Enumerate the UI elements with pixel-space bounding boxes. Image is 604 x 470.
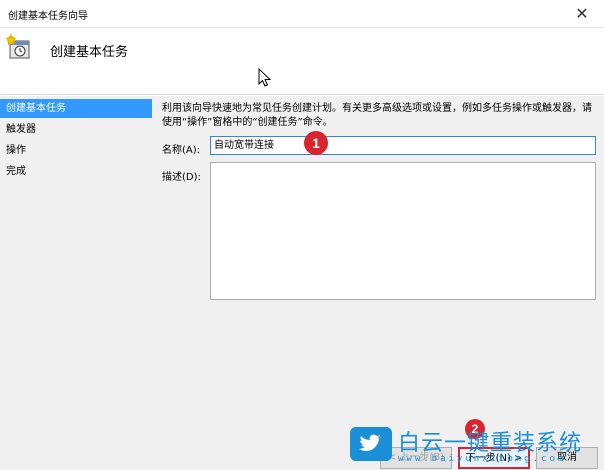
watermark-text: 白云一键重装系统 xyxy=(398,431,583,456)
sidebar-item-finish[interactable]: 完成 xyxy=(0,162,152,181)
name-label: 名称(A): xyxy=(162,145,201,156)
task-clock-icon xyxy=(5,34,30,59)
wizard-content: 利用该向导快速地为常见任务创建计划。有关更多高级选项或设置，例如多任务操作或触发… xyxy=(152,96,604,470)
annotation-badge-1: 1 xyxy=(304,131,328,155)
sidebar-item-action[interactable]: 操作 xyxy=(0,141,152,160)
watermark-url: www.baiyunxitong.com xyxy=(398,454,567,464)
mouse-cursor-icon xyxy=(258,68,272,87)
description-textarea[interactable] xyxy=(210,162,596,300)
watermark: 白云一键重装系统 www.baiyunxitong.com xyxy=(346,425,604,470)
page-title: 创建基本任务 xyxy=(50,45,129,60)
description-label: 描述(D): xyxy=(162,172,201,183)
wizard-header: 创建基本任务 xyxy=(0,28,604,95)
title-bar: 创建基本任务向导 ✕ xyxy=(0,0,604,28)
window-title: 创建基本任务向导 xyxy=(8,11,88,22)
wizard-steps-sidebar: 创建基本任务 触发器 操作 完成 xyxy=(0,96,152,470)
twitter-bird-icon xyxy=(350,427,392,461)
wizard-description: 利用该向导快速地为常见任务创建计划。有关更多高级选项或设置，例如多任务操作或触发… xyxy=(162,103,592,128)
name-input[interactable]: 自动宽带连接 xyxy=(210,136,596,155)
sidebar-item-trigger[interactable]: 触发器 xyxy=(0,120,152,139)
sidebar-item-create-basic-task[interactable]: 创建基本任务 xyxy=(0,99,152,118)
close-button[interactable]: ✕ xyxy=(568,3,596,25)
